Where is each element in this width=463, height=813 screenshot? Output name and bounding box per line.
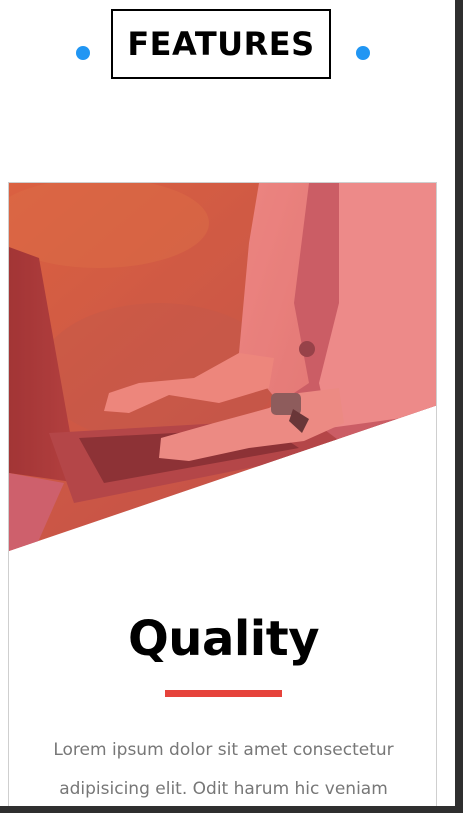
left-dot-icon — [76, 46, 90, 60]
card-title: Quality — [127, 611, 320, 667]
feature-image — [9, 183, 436, 551]
laptop-photo-icon — [9, 183, 436, 551]
page-viewport: FEATURES Quality Lorem ipsum dolor sit a… — [0, 0, 463, 813]
vertical-scrollbar[interactable] — [455, 0, 463, 813]
features-header: FEATURES — [0, 9, 455, 83]
description-line-1: Lorem ipsum dolor sit amet consectetur — [53, 740, 394, 760]
feature-card: Quality Lorem ipsum dolor sit amet conse… — [8, 182, 437, 813]
features-title-box: FEATURES — [111, 9, 331, 79]
card-description: Lorem ipsum dolor sit amet consectetur a… — [9, 731, 436, 809]
features-title: FEATURES — [127, 25, 315, 63]
description-line-2: adipisicing elit. Odit harum hic veniam — [59, 779, 388, 799]
right-dot-icon — [356, 46, 370, 60]
title-accent-line — [165, 690, 282, 697]
bottom-edge — [0, 806, 463, 813]
